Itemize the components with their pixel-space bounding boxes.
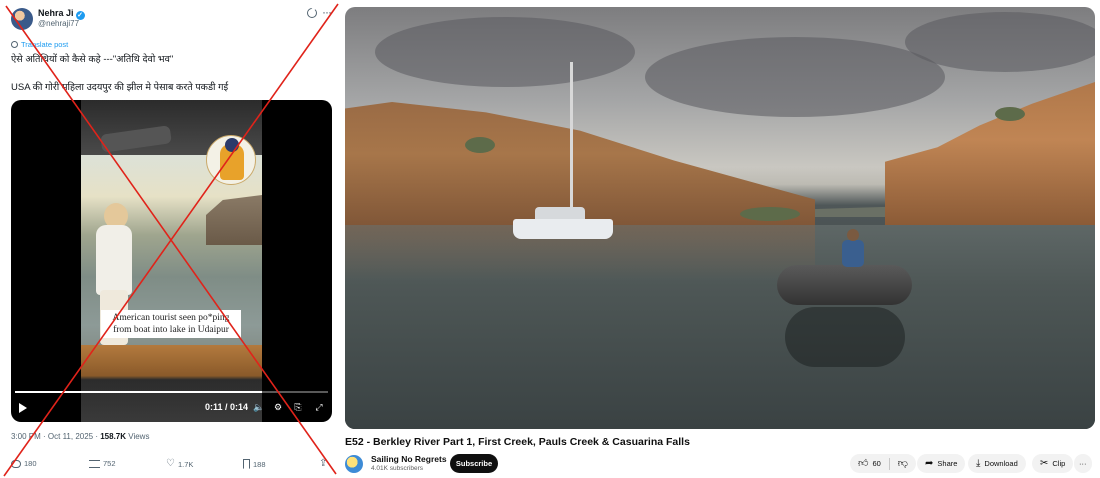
like-button[interactable]: ♡ 1.7K	[166, 459, 193, 469]
repost-button[interactable]: 752	[89, 459, 116, 468]
thumbs-up-icon[interactable]: 👍︎	[858, 458, 868, 469]
download-icon: ⤓	[976, 457, 981, 469]
clip-button[interactable]: ✂ Clip	[1032, 454, 1074, 473]
tweet-actions: 180 752 ♡ 1.7K 188 ⇪	[11, 459, 333, 473]
clip-label: Clip	[1052, 459, 1066, 468]
video-progress-fill	[15, 391, 263, 393]
video-time: 0:11 / 0:14	[205, 402, 249, 412]
settings-icon[interactable]: ⚙	[273, 402, 283, 412]
video-logo-badge	[206, 135, 256, 185]
like-dislike-group: 👍︎ 60 👎︎	[850, 454, 916, 473]
author-handle[interactable]: @nehraji77	[38, 19, 79, 28]
channel-avatar[interactable]	[345, 455, 363, 473]
fullscreen-icon[interactable]: ⤢	[314, 402, 324, 412]
video-cliff	[206, 195, 262, 245]
inflatable-dinghy	[777, 265, 912, 305]
sailboat-hull	[513, 219, 613, 239]
man-head	[847, 229, 859, 241]
caption-toggle-icon[interactable]: ⎘	[293, 402, 303, 412]
download-label: Download	[984, 459, 1018, 468]
subscriber-count: 4.01K subscribers	[371, 465, 424, 472]
more-actions-button[interactable]: ···	[1074, 454, 1092, 473]
right-cliff	[885, 82, 1095, 227]
like-count: 1.7K	[177, 459, 194, 469]
bookmark-button[interactable]: 188	[243, 459, 266, 469]
reply-count: 180	[24, 459, 37, 468]
translate-post-link[interactable]: Translate post	[11, 40, 68, 49]
thumbs-down-icon[interactable]: 👎︎	[898, 458, 908, 469]
tweet-timestamp[interactable]: 3:00 PM · Oct 11, 2025 ·	[11, 432, 100, 441]
tree-shape	[740, 207, 800, 221]
channel-name[interactable]: Sailing No Regrets	[371, 454, 447, 464]
video-frame	[81, 100, 262, 422]
more-actions-label: ···	[1079, 459, 1087, 468]
views-label: Views	[126, 432, 150, 441]
volume-icon[interactable]: 🔈	[253, 402, 264, 412]
tweet-video-player[interactable]: American tourist seen po*ping from boat …	[11, 100, 332, 422]
sailboat-mast	[570, 62, 573, 222]
bookmark-icon	[243, 459, 250, 469]
video-logo-head	[225, 138, 239, 152]
tweet-meta: 3:00 PM · Oct 11, 2025 · 158.7K Views	[11, 432, 149, 441]
bookmark-count: 188	[253, 459, 266, 469]
more-icon[interactable]: ···	[322, 5, 332, 19]
like-divider	[888, 457, 890, 470]
play-icon[interactable]	[19, 403, 27, 413]
man-body	[842, 240, 864, 267]
video-title: E52 - Berkley River Part 1, First Creek,…	[345, 436, 690, 448]
cloud-shape	[645, 37, 945, 117]
share-arrow-icon: ➦	[925, 457, 934, 469]
video-caption-line1: American tourist seen po*ping	[112, 313, 230, 323]
dinghy-reflection	[785, 307, 905, 367]
grok-icon[interactable]	[307, 8, 317, 18]
share-video-button[interactable]: ➦ Share	[917, 454, 966, 473]
cloud-shape	[905, 12, 1095, 72]
man-in-dinghy	[840, 229, 866, 267]
scissors-icon: ✂	[1040, 457, 1049, 469]
tweet-text-line2: USA की गोरी महिला उदयपुर की झील मे पेसाब…	[11, 82, 229, 93]
video-caption-line2: from boat into lake in Udaipur	[113, 325, 229, 335]
translate-label: Translate post	[21, 40, 69, 49]
share-label: Share	[937, 459, 958, 468]
cloud-shape	[375, 17, 635, 87]
video-person-body	[96, 225, 132, 295]
tree-shape	[995, 107, 1025, 121]
video-caption: American tourist seen po*ping from boat …	[101, 310, 241, 338]
youtube-video-player[interactable]	[345, 7, 1095, 429]
video-like-count[interactable]: 60	[872, 459, 880, 468]
views-count: 158.7K	[100, 432, 127, 441]
share-icon: ⇪	[319, 458, 328, 469]
share-button[interactable]: ⇪	[319, 459, 327, 469]
author-name[interactable]: Nehra Ji	[38, 8, 74, 18]
download-button[interactable]: ⤓ Download	[968, 454, 1026, 473]
video-progress-bar[interactable]	[15, 391, 328, 393]
repost-icon	[89, 459, 100, 468]
reply-icon	[11, 459, 21, 468]
tree-shape	[465, 137, 495, 153]
like-icon: ♡	[166, 458, 175, 469]
reply-button[interactable]: 180	[11, 459, 37, 468]
subscribe-button[interactable]: Subscribe	[450, 454, 498, 473]
tweet-text-line1: ऐसे अतिथियों को कैसे कहे ---"अतिथि देवो …	[11, 54, 174, 65]
author-avatar[interactable]	[11, 8, 33, 30]
repost-count: 752	[103, 459, 116, 468]
tweet-card: Nehra Ji ✓ @nehraji77 ··· Translate post …	[0, 0, 340, 478]
translate-icon	[11, 41, 18, 48]
